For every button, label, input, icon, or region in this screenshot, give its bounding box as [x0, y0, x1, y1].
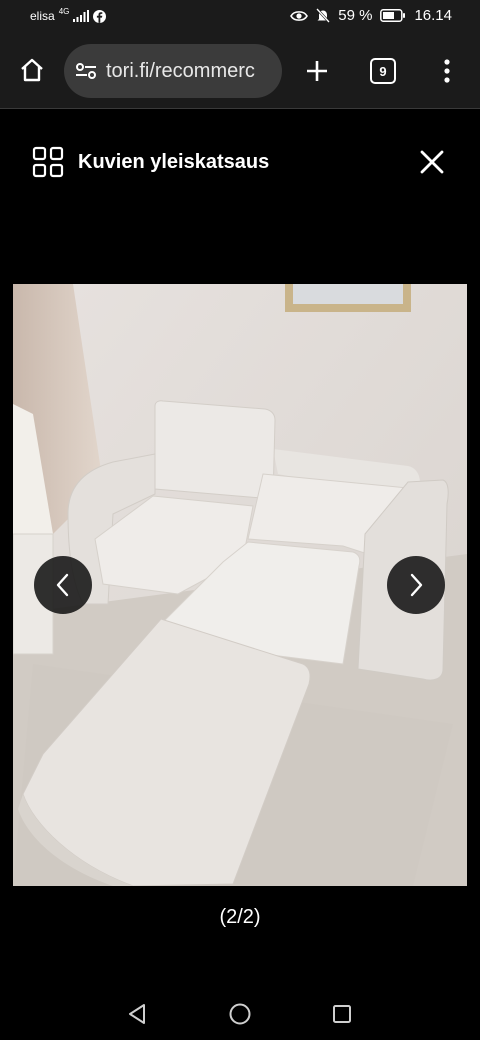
battery-icon [380, 9, 406, 22]
signal-icon [73, 10, 90, 22]
browser-toolbar: tori.fi/recommerc 9 [0, 34, 480, 109]
site-settings-button[interactable] [74, 59, 98, 83]
previous-image-button[interactable] [34, 556, 92, 614]
close-icon [420, 150, 444, 174]
clock: 16.14 [414, 7, 452, 24]
new-tab-button[interactable] [300, 54, 334, 88]
more-vert-icon [444, 59, 450, 83]
next-image-button[interactable] [387, 556, 445, 614]
home-circle-icon [229, 1003, 251, 1025]
back-button[interactable] [122, 999, 152, 1029]
home-icon [21, 58, 43, 82]
system-nav-bar [0, 985, 480, 1040]
image-viewer-header: Kuvien yleiskatsaus [0, 108, 480, 218]
battery-percent: 59 % [338, 7, 373, 24]
back-triangle-icon [129, 1004, 145, 1024]
recents-square-icon [333, 1005, 351, 1023]
home-button[interactable] [14, 52, 50, 88]
product-photo[interactable] [13, 284, 467, 886]
address-bar[interactable]: tori.fi/recommerc [64, 44, 282, 98]
menu-button[interactable] [432, 54, 462, 88]
chevron-left-icon [56, 573, 69, 597]
close-button[interactable] [414, 144, 450, 180]
eye-icon [290, 10, 309, 21]
status-right: 59 % 16.14 [290, 7, 452, 24]
image-counter: (2/2) [219, 906, 261, 928]
status-bar: elisa 4G 59 % 16.14 [0, 0, 480, 34]
url-text[interactable]: tori.fi/recommerc [106, 60, 255, 83]
network-label: 4G [58, 6, 70, 16]
status-left: elisa 4G [30, 6, 107, 23]
home-nav-button[interactable] [225, 999, 255, 1029]
grid-icon [32, 146, 64, 178]
tab-switcher-button[interactable]: 9 [366, 54, 400, 88]
viewer-title: Kuvien yleiskatsaus [78, 151, 270, 173]
chevron-right-icon [410, 573, 423, 597]
recents-button[interactable] [327, 999, 357, 1029]
tune-icon [76, 63, 96, 79]
plus-icon [307, 61, 327, 81]
tab-count: 9 [370, 58, 396, 84]
grid-overview-button[interactable] [30, 144, 66, 180]
facebook-icon [93, 9, 107, 23]
mute-icon [316, 8, 331, 23]
carrier-label: elisa [30, 9, 55, 23]
